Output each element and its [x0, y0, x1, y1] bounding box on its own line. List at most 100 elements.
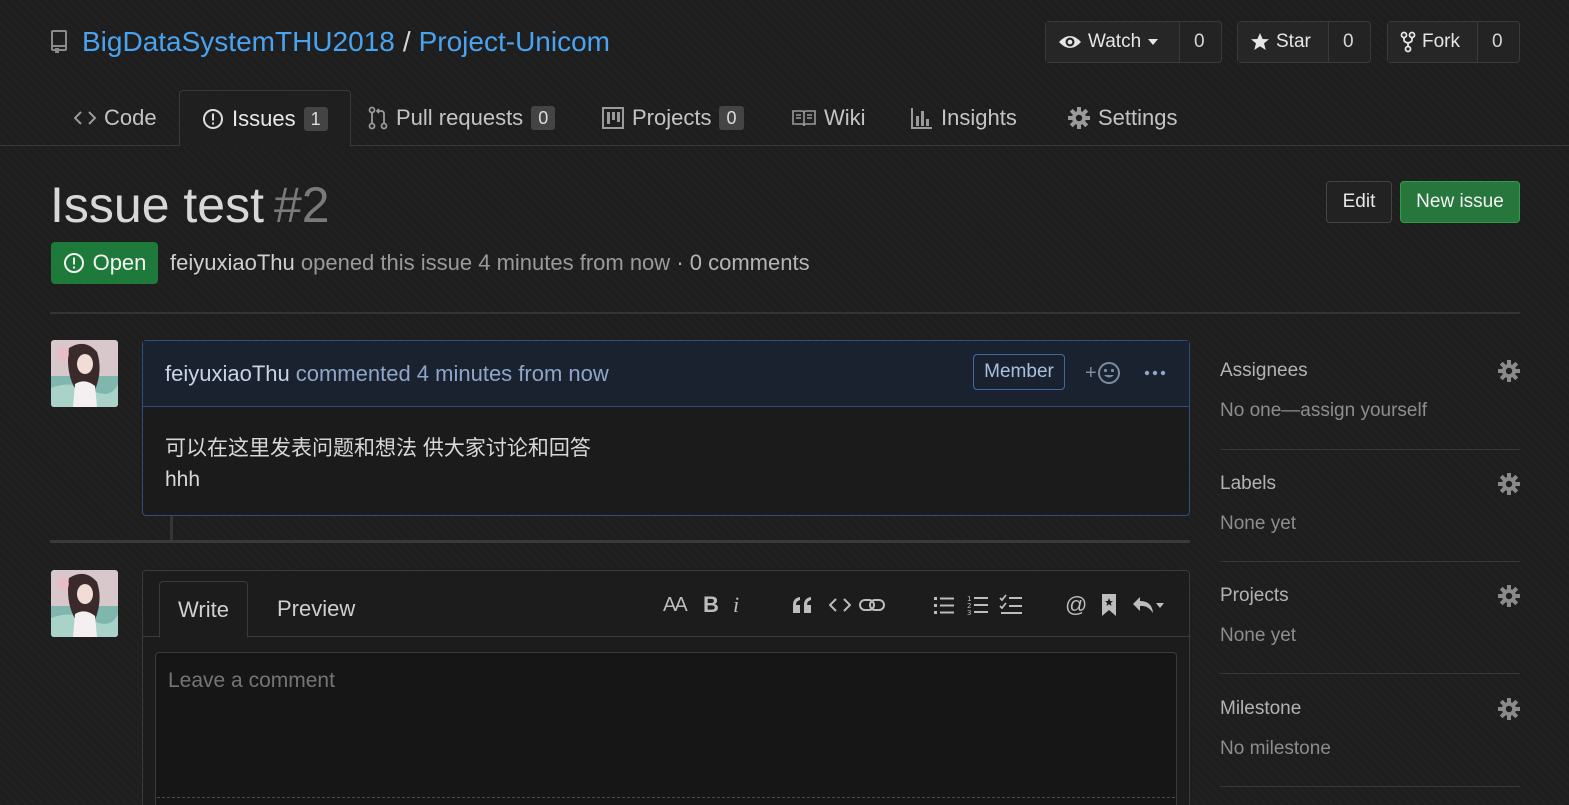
tab-insights[interactable]: Insights [905, 90, 1023, 146]
tab-issues[interactable]: Issues 1 [179, 90, 351, 147]
kebab-horizontal-icon[interactable] [1143, 361, 1167, 385]
chevron-down-icon [1147, 38, 1159, 46]
repo-owner-link[interactable]: BigDataSystemTHU2018 [82, 26, 395, 58]
code-icon [74, 110, 96, 126]
reply-icon[interactable] [1131, 591, 1167, 619]
member-role-badge: Member [973, 354, 1065, 390]
book-icon [792, 109, 816, 127]
issue-opened-icon [202, 108, 224, 130]
tab-projects-label: Projects [632, 105, 712, 130]
watch-button-group: Watch 0 [1045, 21, 1222, 63]
comment-textarea[interactable]: Leave a comment [155, 652, 1177, 805]
pull-requests-count-badge: 0 [531, 106, 556, 130]
issue-title: Issue test #2 [50, 176, 330, 234]
tab-insights-label: Insights [941, 105, 1017, 130]
edit-button[interactable]: Edit [1326, 181, 1392, 223]
assignees-value[interactable]: No one—assign yourself [1220, 400, 1427, 422]
fork-button-group: Fork 0 [1387, 21, 1520, 63]
issue-number: #2 [274, 177, 330, 233]
comment-timestamp[interactable]: commented 4 minutes from now [296, 361, 609, 387]
fork-button[interactable]: Fork [1388, 22, 1478, 62]
graph-icon [911, 107, 933, 129]
sidebar-assignees: Assignees No one—assign yourself [1220, 360, 1520, 450]
svg-text:3: 3 [967, 609, 971, 616]
gear-icon[interactable] [1498, 698, 1520, 720]
projects-value: None yet [1220, 625, 1297, 646]
labels-value: None yet [1220, 513, 1297, 534]
tab-code[interactable]: Code [68, 90, 163, 146]
add-reaction-button[interactable]: + [1085, 361, 1121, 385]
tab-settings-label: Settings [1098, 105, 1178, 130]
new-issue-button[interactable]: New issue [1400, 181, 1520, 223]
tab-settings[interactable]: Settings [1062, 90, 1184, 146]
issue-opened-text: opened this issue 4 minutes from now [300, 250, 671, 275]
issue-state-badge: Open [51, 242, 158, 284]
star-count[interactable]: 0 [1329, 22, 1368, 62]
tab-pull-requests[interactable]: Pull requests 0 [362, 90, 561, 146]
issue-author-link[interactable]: feiyuxiaoThu [170, 250, 295, 275]
fork-icon [1400, 31, 1416, 53]
star-button[interactable]: Star [1238, 22, 1329, 62]
milestone-heading: Milestone [1220, 698, 1302, 719]
issue-comment: feiyuxiaoThu commented 4 minutes from no… [142, 340, 1190, 516]
project-icon [602, 107, 624, 129]
repo-nav-tabs: Code Issues 1 Pull requests 0 Projects 0… [0, 90, 1569, 147]
tab-wiki[interactable]: Wiki [786, 90, 872, 146]
smiley-icon [1097, 361, 1121, 385]
gear-icon [1068, 107, 1090, 129]
tab-issues-label: Issues [232, 105, 296, 131]
ordered-list-icon[interactable]: 123 [967, 591, 989, 619]
header-text-button[interactable]: AA [663, 591, 688, 619]
tab-wiki-label: Wiki [824, 105, 866, 130]
drop-zone-divider [157, 797, 1175, 798]
bold-button[interactable]: B [703, 591, 719, 619]
italic-button[interactable]: i [733, 591, 739, 619]
gear-icon[interactable] [1498, 360, 1520, 382]
code-icon[interactable] [829, 591, 851, 619]
quote-icon[interactable] [791, 591, 813, 619]
comment-body-line: hhh [165, 468, 201, 491]
gear-icon[interactable] [1498, 585, 1520, 607]
task-list-icon[interactable] [999, 591, 1023, 619]
eye-icon [1058, 33, 1082, 51]
bookmark-icon[interactable] [1101, 591, 1117, 619]
tab-write[interactable]: Write [159, 581, 248, 638]
watch-button[interactable]: Watch [1046, 22, 1180, 62]
projects-count-badge: 0 [719, 106, 744, 130]
git-pull-request-icon [368, 106, 388, 130]
sidebar-divider [1220, 786, 1520, 787]
repo-name-link[interactable]: Project-Unicom [419, 26, 610, 58]
fork-label: Fork [1422, 31, 1460, 52]
watch-count[interactable]: 0 [1180, 22, 1219, 62]
avatar[interactable] [51, 340, 118, 407]
sidebar-divider [1220, 449, 1520, 450]
comment-header: feiyuxiaoThu commented 4 minutes from no… [143, 341, 1189, 407]
star-label: Star [1276, 31, 1311, 52]
unordered-list-icon[interactable] [933, 591, 955, 619]
avatar[interactable] [51, 570, 118, 637]
tab-preview[interactable]: Preview [259, 581, 373, 637]
comment-body: 可以在这里发表问题和想法 供大家讨论和回答 hhh [143, 407, 1189, 521]
issue-title-text: Issue test [50, 177, 264, 233]
link-icon[interactable] [859, 591, 885, 619]
gear-icon[interactable] [1498, 473, 1520, 495]
issue-opened-icon [63, 252, 85, 274]
sidebar-labels: Labels None yet [1220, 473, 1520, 563]
projects-heading: Projects [1220, 585, 1289, 606]
milestone-value: No milestone [1220, 738, 1331, 759]
fork-count[interactable]: 0 [1478, 22, 1517, 62]
editor-tabs: Write Preview AA B i 123 @ [143, 571, 1189, 638]
timeline-connector [170, 516, 173, 542]
comment-author-link[interactable]: feiyuxiaoThu [165, 361, 290, 387]
mention-button[interactable]: @ [1065, 591, 1087, 619]
star-button-group: Star 0 [1237, 21, 1371, 63]
header-divider [50, 312, 1520, 314]
plus-icon: + [1085, 361, 1097, 384]
new-comment-form: Write Preview AA B i 123 @ Leave a comme… [142, 570, 1190, 805]
repo-separator: / [402, 26, 411, 57]
repo-icon [50, 30, 70, 54]
tab-projects[interactable]: Projects 0 [596, 90, 750, 146]
issue-meta: feiyuxiaoThu opened this issue 4 minutes… [170, 250, 810, 276]
tab-pull-requests-label: Pull requests [396, 105, 524, 130]
timeline-divider [50, 540, 1190, 543]
